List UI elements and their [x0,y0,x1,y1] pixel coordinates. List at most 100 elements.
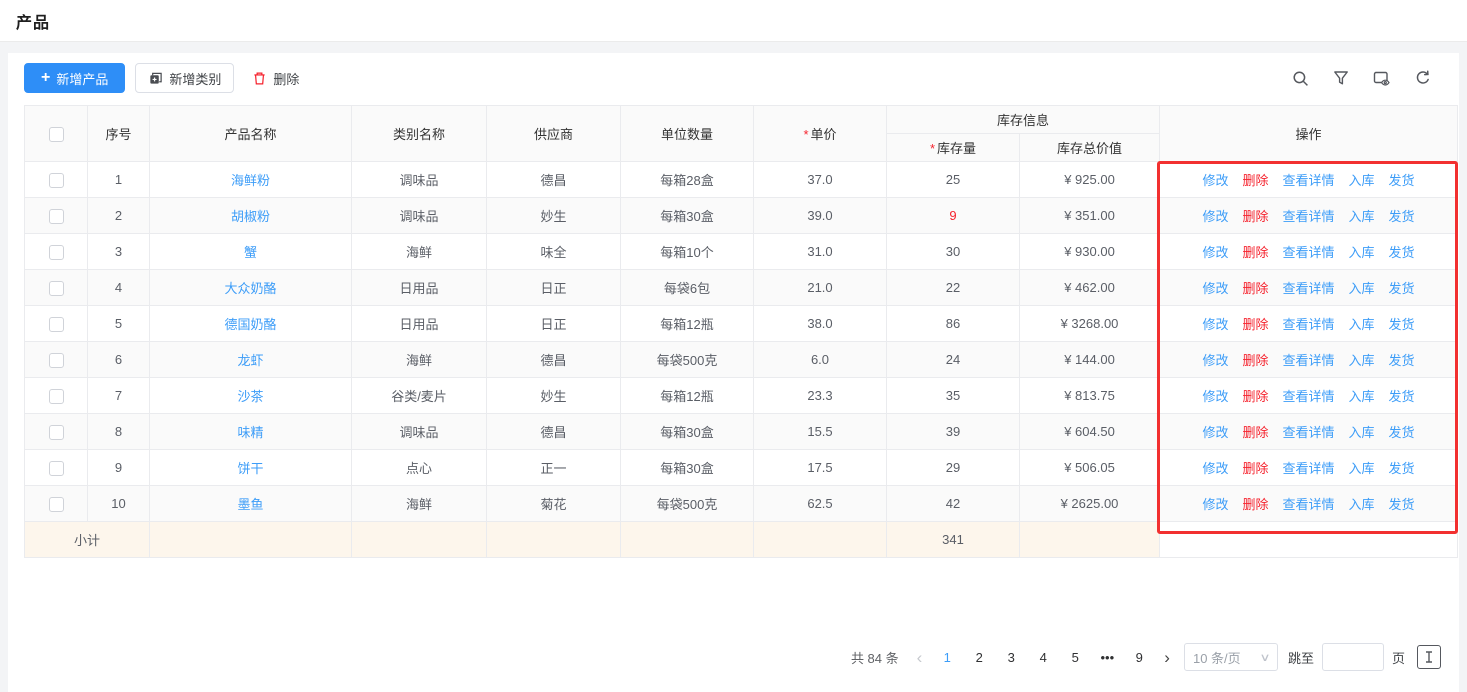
action-edit-link[interactable]: 修改 [1202,461,1228,476]
action-edit-link[interactable]: 修改 [1202,209,1228,224]
refresh-icon[interactable] [1415,70,1431,86]
row-checkbox[interactable] [49,209,64,224]
row-stock-value: ¥ 506.05 [1020,450,1160,486]
page-number[interactable]: 4 [1032,648,1054,667]
action-ship-link[interactable]: 发货 [1389,209,1415,224]
i-beam-icon[interactable] [1417,645,1441,669]
action-ship-link[interactable]: 发货 [1389,173,1415,188]
action-stock-in-link[interactable]: 入库 [1349,497,1375,512]
action-view-detail-link[interactable]: 查看详情 [1283,425,1335,440]
row-select-cell [25,414,88,450]
action-edit-link[interactable]: 修改 [1202,173,1228,188]
action-view-detail-link[interactable]: 查看详情 [1283,209,1335,224]
action-delete-link[interactable]: 删除 [1242,317,1268,332]
action-view-detail-link[interactable]: 查看详情 [1283,245,1335,260]
row-unit-qty: 每袋500克 [621,342,754,378]
product-name-link[interactable]: 海鲜粉 [231,173,270,188]
add-category-button[interactable]: 新增类别 [135,63,234,93]
row-checkbox[interactable] [49,461,64,476]
row-checkbox[interactable] [49,173,64,188]
action-edit-link[interactable]: 修改 [1202,245,1228,260]
action-ship-link[interactable]: 发货 [1389,281,1415,296]
row-checkbox[interactable] [49,425,64,440]
action-delete-link[interactable]: 删除 [1242,353,1268,368]
header-index: 序号 [88,106,150,162]
action-delete-link[interactable]: 删除 [1242,281,1268,296]
action-ship-link[interactable]: 发货 [1389,317,1415,332]
action-view-detail-link[interactable]: 查看详情 [1283,461,1335,476]
product-name-link[interactable]: 胡椒粉 [231,209,270,224]
action-stock-in-link[interactable]: 入库 [1349,317,1375,332]
action-stock-in-link[interactable]: 入库 [1349,209,1375,224]
action-delete-link[interactable]: 删除 [1242,425,1268,440]
action-stock-in-link[interactable]: 入库 [1349,245,1375,260]
action-view-detail-link[interactable]: 查看详情 [1283,497,1335,512]
product-name-link[interactable]: 饼干 [237,461,263,476]
page-number[interactable]: 2 [968,648,990,667]
action-ship-link[interactable]: 发货 [1389,461,1415,476]
product-name-link[interactable]: 龙虾 [237,353,263,368]
action-delete-link[interactable]: 删除 [1242,461,1268,476]
action-delete-link[interactable]: 删除 [1242,173,1268,188]
row-stock: 24 [887,342,1020,378]
row-checkbox[interactable] [49,353,64,368]
page-number[interactable]: 1 [936,648,958,667]
product-name-link[interactable]: 墨鱼 [237,497,263,512]
action-stock-in-link[interactable]: 入库 [1349,461,1375,476]
action-view-detail-link[interactable]: 查看详情 [1283,173,1335,188]
row-index: 4 [88,270,150,306]
action-edit-link[interactable]: 修改 [1202,317,1228,332]
jump-page-input[interactable] [1322,643,1384,671]
page-size-select[interactable]: 10 条/页 ∨ [1184,643,1278,671]
select-all-checkbox[interactable] [49,127,64,142]
search-icon[interactable] [1292,70,1309,87]
summary-empty-cell [487,522,621,558]
action-ship-link[interactable]: 发货 [1389,497,1415,512]
action-ship-link[interactable]: 发货 [1389,353,1415,368]
row-checkbox[interactable] [49,281,64,296]
action-ship-link[interactable]: 发货 [1389,425,1415,440]
action-stock-in-link[interactable]: 入库 [1349,173,1375,188]
row-checkbox[interactable] [49,317,64,332]
product-name-link[interactable]: 德国奶酪 [224,317,276,332]
action-stock-in-link[interactable]: 入库 [1349,389,1375,404]
preview-eye-icon[interactable] [1373,70,1391,87]
action-view-detail-link[interactable]: 查看详情 [1283,317,1335,332]
action-edit-link[interactable]: 修改 [1202,353,1228,368]
header-unit-qty: 单位数量 [621,106,754,162]
action-view-detail-link[interactable]: 查看详情 [1283,389,1335,404]
action-delete-link[interactable]: 删除 [1242,209,1268,224]
filter-icon[interactable] [1333,70,1349,86]
action-stock-in-link[interactable]: 入库 [1349,281,1375,296]
action-edit-link[interactable]: 修改 [1202,389,1228,404]
product-name-link[interactable]: 味精 [237,425,263,440]
product-name-link[interactable]: 大众奶酪 [224,281,276,296]
page-number[interactable]: ••• [1096,648,1118,667]
row-stock-value: ¥ 2625.00 [1020,486,1160,522]
add-product-button[interactable]: + 新增产品 [24,63,125,93]
action-view-detail-link[interactable]: 查看详情 [1283,353,1335,368]
action-ship-link[interactable]: 发货 [1389,389,1415,404]
action-stock-in-link[interactable]: 入库 [1349,353,1375,368]
action-delete-link[interactable]: 删除 [1242,389,1268,404]
product-name-link[interactable]: 蟹 [244,245,257,260]
action-view-detail-link[interactable]: 查看详情 [1283,281,1335,296]
action-edit-link[interactable]: 修改 [1202,497,1228,512]
add-category-label: 新增类别 [169,69,221,88]
action-stock-in-link[interactable]: 入库 [1349,425,1375,440]
action-edit-link[interactable]: 修改 [1202,281,1228,296]
page-number[interactable]: 5 [1064,648,1086,667]
row-checkbox[interactable] [49,497,64,512]
action-delete-link[interactable]: 删除 [1242,497,1268,512]
page-number[interactable]: 9 [1128,648,1150,667]
row-checkbox[interactable] [49,389,64,404]
product-name-link[interactable]: 沙茶 [237,389,263,404]
action-ship-link[interactable]: 发货 [1389,245,1415,260]
row-checkbox[interactable] [49,245,64,260]
action-delete-link[interactable]: 删除 [1242,245,1268,260]
page-number[interactable]: 3 [1000,648,1022,667]
delete-button[interactable]: 删除 [242,63,309,93]
action-edit-link[interactable]: 修改 [1202,425,1228,440]
next-page-button[interactable]: › [1160,649,1174,666]
prev-page-button[interactable]: ‹ [913,649,927,666]
